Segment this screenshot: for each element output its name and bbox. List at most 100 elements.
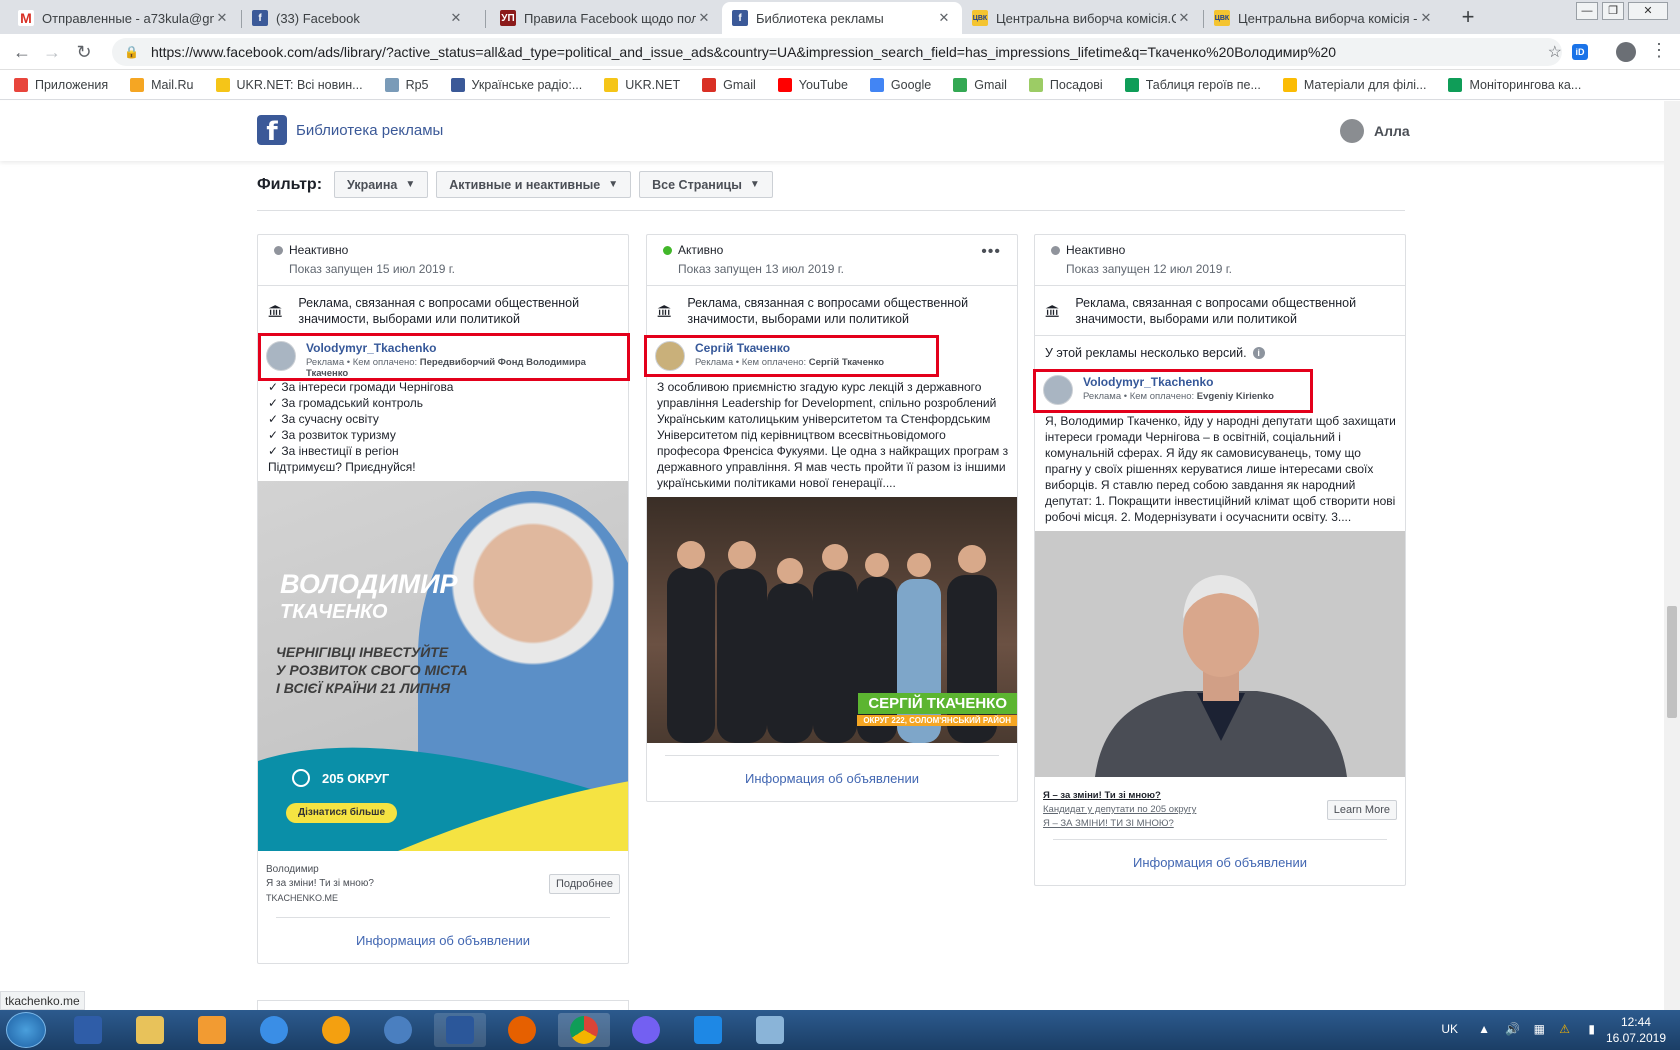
chrome-icon xyxy=(570,1016,598,1044)
versions-note: У этой рекламы несколько версий. i xyxy=(1035,335,1405,369)
taskbar-app[interactable] xyxy=(558,1013,610,1047)
bookmark-item[interactable]: YouTube xyxy=(777,77,848,92)
filter-status[interactable]: Активные и неактивные ▼ xyxy=(436,171,632,198)
url-text: https://www.facebook.com/ads/library/?ac… xyxy=(150,44,1337,60)
star-icon[interactable]: ☆ xyxy=(1548,42,1562,62)
page-scrollbar[interactable] xyxy=(1664,101,1680,1010)
facebook-icon: f xyxy=(252,10,268,26)
tab-cvk-1[interactable]: ЦВК Центральна виборча комісія.Се ✕ xyxy=(962,2,1202,34)
power-icon[interactable]: ▮ xyxy=(1588,1022,1595,1036)
address-bar[interactable]: 🔒 https://www.facebook.com/ads/library/?… xyxy=(112,38,1562,66)
scroll-thumb[interactable] xyxy=(1667,606,1677,718)
caret-down-icon: ▼ xyxy=(749,179,760,190)
more-options-icon[interactable]: ••• xyxy=(981,243,1001,261)
taskbar-app[interactable] xyxy=(496,1013,548,1047)
ad-image[interactable]: СЕРГІЙ ТКАЧЕНКО ОКРУГ 222, СОЛОМ'ЯНСЬКИЙ… xyxy=(647,497,1017,743)
page-title[interactable]: Библиотека рекламы xyxy=(296,122,443,139)
clock[interactable]: 12:44 16.07.2019 xyxy=(1606,1014,1666,1046)
close-icon[interactable]: ✕ xyxy=(448,10,464,26)
cta-button[interactable]: Подробнее xyxy=(548,874,620,894)
close-icon[interactable]: ✕ xyxy=(1418,10,1434,26)
caret-down-icon: ▼ xyxy=(405,179,416,190)
bookmark-icon xyxy=(1282,77,1297,92)
tab-facebook[interactable]: f (33) Facebook ✕ xyxy=(242,2,474,34)
bookmark-item[interactable]: UKR.NET xyxy=(604,77,680,92)
reload-button[interactable]: ↻ xyxy=(72,42,96,62)
forward-button[interactable]: → xyxy=(40,42,64,62)
bookmark-icon xyxy=(215,77,230,92)
media-player-icon xyxy=(198,1016,226,1044)
taskbar-app[interactable] xyxy=(682,1013,734,1047)
bookmark-item[interactable]: Матеріали для філі... xyxy=(1282,77,1426,92)
internet-explorer-icon xyxy=(260,1016,288,1044)
bookmark-item[interactable]: Rp5 xyxy=(384,77,429,92)
bookmark-item[interactable]: Моніторингова ка... xyxy=(1448,77,1581,92)
bookmark-item[interactable]: Gmail xyxy=(702,77,756,92)
user-menu[interactable]: Алла xyxy=(1340,119,1410,143)
taskbar-app[interactable] xyxy=(62,1013,114,1047)
facebook-logo-icon[interactable]: f xyxy=(257,115,287,147)
ad-info-link[interactable]: Информация об объявлении xyxy=(1053,839,1387,885)
taskbar-app[interactable] xyxy=(186,1013,238,1047)
floppy-icon xyxy=(74,1016,102,1044)
bookmark-icon xyxy=(604,77,619,92)
ad-image[interactable] xyxy=(1035,531,1405,777)
taskbar-app[interactable] xyxy=(310,1013,362,1047)
chat-icon xyxy=(694,1016,722,1044)
new-tab-button[interactable]: + xyxy=(1454,4,1482,30)
status-text: Неактивно xyxy=(289,243,349,257)
minimize-button[interactable]: — xyxy=(1576,2,1598,20)
bookmark-item[interactable]: Mail.Ru xyxy=(130,77,194,92)
network-icon[interactable]: ▦ xyxy=(1534,1022,1545,1036)
bookmark-icon xyxy=(702,77,717,92)
window-close-button[interactable]: ✕ xyxy=(1628,2,1668,20)
start-button[interactable] xyxy=(6,1012,46,1048)
filter-pages[interactable]: Все Страницы ▼ xyxy=(639,171,773,198)
status-dot-icon xyxy=(663,245,672,255)
bookmark-item[interactable]: Gmail xyxy=(953,77,1007,92)
tab-cvk-2[interactable]: ЦВК Центральна виборча комісія - В ✕ xyxy=(1204,2,1444,34)
gmail-icon: M xyxy=(18,10,34,26)
close-icon[interactable]: ✕ xyxy=(1176,10,1192,26)
tray-expand-icon[interactable]: ▲ xyxy=(1478,1022,1490,1036)
tab-rules[interactable]: УП Правила Facebook щодо політ ✕ xyxy=(490,2,722,34)
taskbar-app[interactable] xyxy=(248,1013,300,1047)
menu-icon[interactable]: ⋮ xyxy=(1650,40,1668,61)
taskbar-app[interactable] xyxy=(620,1013,672,1047)
bookmark-item[interactable]: UKR.NET: Всі новин... xyxy=(215,77,363,92)
cta-row: Володимир Я за зміни! Ти зі мною? TKACHE… xyxy=(258,851,628,917)
close-icon[interactable]: ✕ xyxy=(936,10,952,26)
tab-ad-library[interactable]: f Библиотека рекламы ✕ xyxy=(722,2,962,34)
taskbar-app[interactable] xyxy=(124,1013,176,1047)
ad-image[interactable]: ВОЛОДИМИР ТКАЧЕНКО ЧЕРНІГІВЦІ ІНВЕСТУЙТЕ… xyxy=(258,481,628,851)
taskbar-app[interactable] xyxy=(434,1013,486,1047)
ad-info-link[interactable]: Информация об объявлении xyxy=(665,755,999,801)
taskbar-app[interactable] xyxy=(372,1013,424,1047)
highlight-box xyxy=(1033,369,1313,413)
bookmark-item[interactable]: Посадові xyxy=(1028,77,1103,92)
extension-icon[interactable]: iD xyxy=(1572,44,1588,60)
windows-taskbar: UK ▲ 🔊 ▦ ⚠ ▮ 12:44 16.07.2019 xyxy=(0,1010,1680,1050)
ad-category: Реклама, связанная с вопросами обществен… xyxy=(1075,295,1357,326)
cta-button[interactable]: Learn More xyxy=(1326,800,1397,820)
volume-icon[interactable]: 🔊 xyxy=(1505,1022,1520,1036)
tab-gmail[interactable]: M Отправленные - a73kula@gmail✕ xyxy=(8,2,240,34)
ad-info-link[interactable]: Информация об объявлении xyxy=(276,917,610,963)
launch-date: Показ запущен 12 июл 2019 г. xyxy=(1066,262,1232,276)
back-button[interactable]: ← xyxy=(10,42,34,62)
taskbar-app[interactable] xyxy=(744,1013,796,1047)
bookmark-item[interactable]: Google xyxy=(869,77,931,92)
profile-avatar[interactable] xyxy=(1616,42,1636,62)
close-icon[interactable]: ✕ xyxy=(214,10,230,26)
bookmark-item[interactable]: Таблиця героїв пе... xyxy=(1124,77,1261,92)
bookmark-item[interactable]: Приложения xyxy=(14,77,108,92)
bookmark-item[interactable]: Українське радіо:... xyxy=(450,77,582,92)
warning-icon[interactable]: ⚠ xyxy=(1559,1022,1570,1036)
close-icon[interactable]: ✕ xyxy=(696,10,712,26)
info-icon[interactable]: i xyxy=(1252,346,1265,359)
filter-country[interactable]: Украина ▼ xyxy=(334,171,429,198)
maximize-button[interactable]: ❐ xyxy=(1602,2,1624,20)
language-indicator[interactable]: UK xyxy=(1441,1022,1458,1036)
advertiser: Volodymyr_Tkachenko Реклама • Кем оплаче… xyxy=(258,333,630,381)
viber-icon xyxy=(632,1016,660,1044)
